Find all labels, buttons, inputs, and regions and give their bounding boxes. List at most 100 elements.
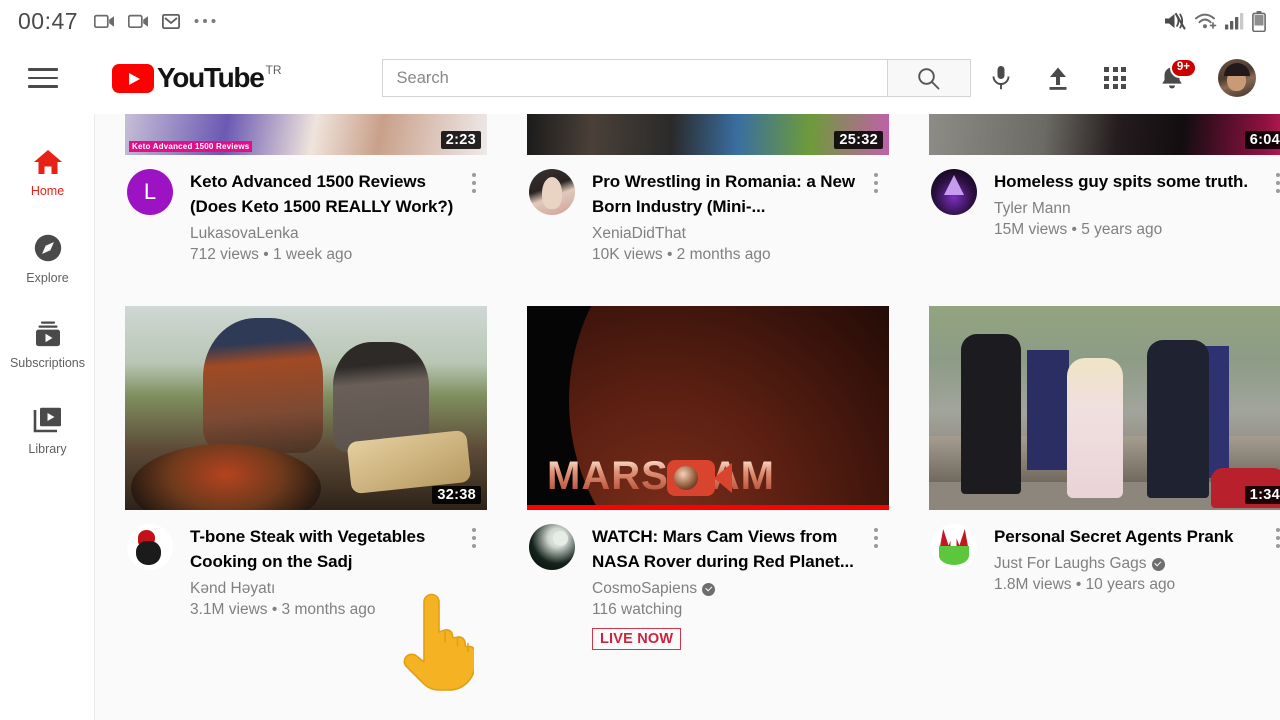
- thumbnail-text: MARS CAM: [547, 454, 775, 498]
- video-info: Homeless guy spits some truth. Tyler Man…: [994, 169, 1265, 239]
- status-clock: 00:47: [18, 7, 79, 34]
- channel-name[interactable]: Just For Laughs Gags: [994, 555, 1265, 573]
- channel-name-text: XeniaDidThat: [592, 225, 686, 242]
- hamburger-menu-icon[interactable]: [28, 59, 66, 97]
- video-meta: Personal Secret Agents Prank Just For La…: [929, 510, 1280, 594]
- search-input[interactable]: [396, 68, 887, 88]
- video-thumbnail[interactable]: MARS CAM: [527, 306, 889, 510]
- thumbnail-figure: [1147, 340, 1209, 498]
- search-input-wrapper[interactable]: [381, 59, 887, 97]
- sidebar-item-home[interactable]: Home: [0, 130, 95, 216]
- video-card: Keto Advanced 1500 Reviews 2:23 L Keto A…: [125, 114, 487, 264]
- upload-button[interactable]: [1046, 66, 1070, 91]
- live-now-badge[interactable]: LIVE NOW: [592, 628, 682, 650]
- video-stats: 3.1M views • 3 months ago: [190, 601, 376, 618]
- video-meta: L Keto Advanced 1500 Reviews (Does Keto …: [125, 155, 487, 264]
- microphone-button[interactable]: [990, 65, 1012, 91]
- verified-badge-icon: [702, 582, 716, 596]
- thumbnail-art: [125, 306, 487, 510]
- video-duration: 32:38: [432, 486, 481, 504]
- video-stats: 116 watching: [592, 601, 683, 618]
- camera-icon: [667, 460, 732, 496]
- more-options-icon[interactable]: [461, 524, 487, 619]
- video-thumbnail[interactable]: 1:34: [929, 306, 1280, 510]
- video-thumbnail[interactable]: 25:32: [527, 114, 889, 155]
- video-card: 6:04 Homeless guy spits some truth. Tyle…: [929, 114, 1280, 264]
- cell-signal-icon: [1225, 13, 1244, 30]
- channel-name[interactable]: CosmoSapiens: [592, 580, 863, 598]
- sidebar-item-explore[interactable]: Explore: [0, 216, 95, 302]
- sidebar-item-label: Library: [28, 442, 67, 456]
- video-title[interactable]: T-bone Steak with Vegetables Cooking on …: [190, 524, 461, 574]
- row-spacer: [527, 264, 909, 306]
- video-title[interactable]: Keto Advanced 1500 Reviews (Does Keto 15…: [190, 169, 461, 219]
- more-options-icon[interactable]: [863, 169, 889, 264]
- battery-icon: [1252, 10, 1266, 32]
- channel-avatar[interactable]: L: [127, 169, 173, 215]
- verified-badge-icon: [1151, 557, 1165, 571]
- status-right-icons: [1163, 10, 1266, 32]
- notifications-badge: 9+: [1169, 57, 1197, 78]
- apps-grid-icon: [1104, 67, 1126, 89]
- sidebar-item-label: Subscriptions: [9, 356, 86, 370]
- video-grid-container[interactable]: Keto Advanced 1500 Reviews 2:23 L Keto A…: [95, 114, 1280, 720]
- channel-name[interactable]: XeniaDidThat: [592, 225, 863, 243]
- logo-country-code: TR: [265, 63, 282, 77]
- video-title[interactable]: Personal Secret Agents Prank: [994, 524, 1265, 549]
- video-duration: 25:32: [834, 131, 883, 149]
- video-thumbnail[interactable]: 6:04: [929, 114, 1280, 155]
- row-spacer: [125, 264, 507, 306]
- subscriptions-icon: [35, 321, 60, 347]
- video-stats: 10K views • 2 months ago: [592, 246, 771, 263]
- status-left-icons: [94, 13, 217, 29]
- logo-text: YouTube: [157, 62, 265, 93]
- microphone-icon: [992, 66, 1010, 90]
- video-meta: Homeless guy spits some truth. Tyler Man…: [929, 155, 1280, 239]
- more-options-icon[interactable]: [461, 169, 487, 264]
- video-info: Personal Secret Agents Prank Just For La…: [994, 524, 1265, 594]
- search-icon: [918, 67, 940, 89]
- channel-avatar[interactable]: [931, 169, 977, 215]
- live-progress-bar: [527, 505, 889, 510]
- youtube-logo[interactable]: YouTube TR: [112, 62, 282, 94]
- video-title[interactable]: Homeless guy spits some truth.: [994, 169, 1265, 194]
- header-actions: 9+: [990, 57, 1256, 97]
- video-stats: 15M views • 5 years ago: [994, 221, 1163, 238]
- channel-avatar[interactable]: [529, 524, 575, 570]
- apps-button[interactable]: [1104, 67, 1126, 89]
- more-options-icon[interactable]: [863, 524, 889, 650]
- video-title[interactable]: Pro Wrestling in Romania: a New Born Ind…: [592, 169, 863, 219]
- channel-avatar[interactable]: [931, 524, 977, 570]
- more-dots-icon: [194, 19, 216, 23]
- sidebar-item-label: Home: [30, 184, 65, 198]
- video-grid: Keto Advanced 1500 Reviews 2:23 L Keto A…: [95, 114, 1280, 650]
- thumbnail-art: MARS CAM: [527, 306, 889, 510]
- thumbnail-caption: Keto Advanced 1500 Reviews: [129, 141, 253, 152]
- avatar[interactable]: [1218, 59, 1256, 97]
- video-title[interactable]: WATCH: Mars Cam Views from NASA Rover du…: [592, 524, 863, 574]
- channel-name-text: Tyler Mann: [994, 200, 1071, 217]
- video-info: Keto Advanced 1500 Reviews (Does Keto 15…: [190, 169, 461, 264]
- video-thumbnail[interactable]: 32:38: [125, 306, 487, 510]
- video-stats: 1.8M views • 10 years ago: [994, 576, 1176, 593]
- video-card: 32:38 T-bone Steak with Vegetables Cooki…: [125, 306, 487, 650]
- video-thumbnail[interactable]: Keto Advanced 1500 Reviews 2:23: [125, 114, 487, 155]
- channel-avatar[interactable]: [529, 169, 575, 215]
- sidebar-item-subscriptions[interactable]: Subscriptions: [0, 302, 95, 388]
- sidebar-item-library[interactable]: Library: [0, 388, 95, 474]
- more-options-icon[interactable]: [1265, 524, 1280, 594]
- more-options-icon[interactable]: [1265, 169, 1280, 239]
- search-button[interactable]: [886, 59, 971, 97]
- channel-name[interactable]: LukasovaLenka: [190, 225, 461, 243]
- compass-icon: [34, 234, 61, 262]
- video-duration: 2:23: [440, 131, 481, 149]
- row-spacer: [929, 264, 1280, 306]
- channel-avatar[interactable]: [127, 524, 173, 570]
- thumbnail-pan: [131, 444, 321, 510]
- notifications-button[interactable]: 9+: [1160, 57, 1197, 91]
- library-icon: [33, 407, 61, 433]
- channel-name[interactable]: Tyler Mann: [994, 200, 1265, 218]
- channel-name[interactable]: Kənd Həyatı: [190, 580, 461, 598]
- wifi-icon: [1195, 13, 1217, 29]
- upload-icon: [1049, 67, 1067, 90]
